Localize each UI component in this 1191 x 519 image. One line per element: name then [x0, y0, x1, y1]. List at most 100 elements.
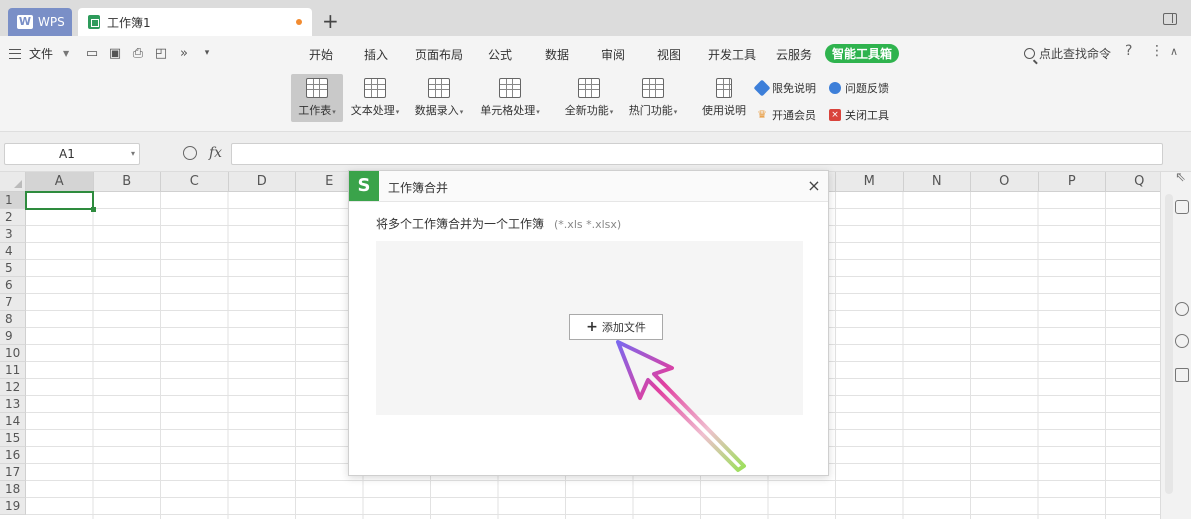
row-header[interactable]: 14 — [0, 413, 26, 430]
column-header[interactable]: C — [161, 172, 229, 192]
usage-guide-label: 使用说明 — [702, 104, 746, 117]
dialog-close-button[interactable]: × — [806, 176, 822, 195]
history-icon[interactable] — [1175, 302, 1189, 316]
tab-start[interactable]: 开始 — [309, 46, 333, 63]
right-sidebar: ⇖ — [1160, 170, 1191, 519]
window-layout-icon[interactable] — [1163, 13, 1177, 25]
row-header[interactable]: 13 — [0, 396, 26, 413]
save-icon[interactable]: ▣ — [107, 45, 123, 61]
row-header[interactable]: 2 — [0, 209, 26, 226]
crown-icon: ♛ — [757, 108, 767, 121]
zoom-icon[interactable] — [183, 146, 197, 160]
help-icon[interactable]: ? — [1125, 43, 1132, 59]
row-header[interactable]: 15 — [0, 430, 26, 447]
feedback-button[interactable]: 问题反馈 — [829, 80, 889, 96]
row-header[interactable]: 5 — [0, 260, 26, 277]
hamburger-icon — [9, 48, 21, 59]
wps-sheet-logo-icon: S — [349, 171, 379, 201]
row-header[interactable]: 3 — [0, 226, 26, 243]
tab-formulas[interactable]: 公式 — [488, 46, 512, 63]
more-options-icon[interactable]: ⋮ — [1150, 43, 1164, 59]
name-box[interactable]: A1 ▾ — [4, 143, 140, 165]
tab-wps[interactable]: W WPS — [8, 8, 72, 36]
apps-grid-icon[interactable] — [1175, 368, 1189, 382]
dialog-description-text: 将多个工作簿合并为一个工作簿 — [376, 217, 545, 231]
cell-processing-button[interactable]: 单元格处理▾ — [475, 74, 545, 122]
column-header[interactable]: Q — [1106, 172, 1160, 192]
tab-review[interactable]: 审阅 — [601, 46, 625, 63]
dialog-header: S 工作簿合并 × — [349, 171, 828, 202]
command-search[interactable]: 点此查找命令 — [1024, 45, 1111, 62]
row-header[interactable]: 10 — [0, 345, 26, 362]
toolbox-tools: 工作表▾ 文本处理▾ 数据录入▾ 单元格处理▾ 全新功能▾ 热门功能▾ 使用说明 — [0, 70, 1191, 130]
row-header[interactable]: 7 — [0, 294, 26, 311]
column-header[interactable]: A — [26, 172, 94, 192]
dialog-description: 将多个工作簿合并为一个工作簿 (*.xls *.xlsx) — [376, 215, 621, 232]
new-tab-button[interactable]: + — [322, 10, 339, 32]
tag-icon — [753, 79, 771, 97]
more-icon[interactable]: » — [176, 45, 192, 61]
active-cell[interactable] — [25, 191, 96, 212]
vertical-scrollbar[interactable] — [1165, 194, 1173, 494]
feedback-label: 问题反馈 — [845, 82, 889, 95]
close-tool-label: 关闭工具 — [845, 109, 889, 122]
data-entry-button[interactable]: 数据录入▾ — [410, 74, 468, 122]
worksheet-icon — [306, 78, 328, 98]
row-header[interactable]: 1 — [0, 192, 26, 209]
data-entry-label: 数据录入 — [414, 104, 459, 117]
file-menu-button[interactable]: 文件 ▼ — [9, 45, 69, 62]
column-header[interactable]: B — [93, 172, 161, 192]
tab-insert[interactable]: 插入 — [364, 46, 388, 63]
column-header[interactable]: N — [903, 172, 971, 192]
column-header[interactable]: M — [836, 172, 904, 192]
collapse-ribbon-icon[interactable]: ∧ — [1170, 45, 1178, 58]
function-icon[interactable]: fx — [209, 145, 222, 161]
row-header[interactable]: 19 — [0, 498, 26, 515]
tab-workbook[interactable]: 工作簿1 — [78, 8, 312, 36]
help-circle-icon[interactable] — [1175, 334, 1189, 348]
tab-developer[interactable]: 开发工具 — [708, 46, 756, 63]
file-extensions: (*.xls *.xlsx) — [554, 218, 622, 231]
customize-dropdown-icon[interactable]: ▾ — [199, 45, 215, 61]
row-header[interactable]: 17 — [0, 464, 26, 481]
open-folder-icon[interactable]: ▭ — [84, 45, 100, 61]
row-header[interactable]: 4 — [0, 243, 26, 260]
column-header[interactable]: D — [228, 172, 296, 192]
print-icon[interactable]: ⎙ — [130, 45, 146, 61]
worksheet-tool-button[interactable]: 工作表▾ — [291, 74, 343, 122]
text-processing-button[interactable]: 文本处理▾ — [346, 74, 404, 122]
usage-guide-button[interactable]: 使用说明 — [700, 74, 748, 122]
tab-view[interactable]: 视图 — [657, 46, 681, 63]
row-header[interactable]: 16 — [0, 447, 26, 464]
tab-smart-toolbox[interactable]: 智能工具箱 — [825, 44, 900, 63]
cell-processing-icon — [499, 78, 521, 98]
shapes-icon[interactable] — [1175, 200, 1189, 214]
row-header[interactable]: 9 — [0, 328, 26, 345]
text-processing-label: 文本处理 — [350, 104, 395, 117]
dialog-title: 工作簿合并 — [388, 181, 449, 195]
vip-button[interactable]: ♛ 开通会员 — [756, 107, 816, 123]
free-description-button[interactable]: 限免说明 — [753, 79, 816, 97]
hot-features-label: 热门功能 — [628, 104, 673, 117]
column-header[interactable]: P — [1038, 172, 1106, 192]
menu-row: 文件 ▼ ▭ ▣ ⎙ ◰ » ▾ 开始 插入 页面布局 公式 数据 审阅 视图 … — [0, 36, 1191, 70]
row-header[interactable]: 18 — [0, 481, 26, 498]
ribbon: 文件 ▼ ▭ ▣ ⎙ ◰ » ▾ 开始 插入 页面布局 公式 数据 审阅 视图 … — [0, 36, 1191, 132]
select-all-corner[interactable] — [0, 172, 26, 192]
select-cursor-icon[interactable]: ⇖ — [1175, 170, 1189, 185]
print-preview-icon[interactable]: ◰ — [153, 45, 169, 61]
new-features-button[interactable]: 全新功能▾ — [560, 74, 618, 122]
chevron-down-icon[interactable]: ▾ — [131, 144, 135, 164]
row-header[interactable]: 6 — [0, 277, 26, 294]
row-header[interactable]: 12 — [0, 379, 26, 396]
close-tool-button[interactable]: × 关闭工具 — [829, 107, 889, 123]
column-header[interactable]: O — [971, 172, 1039, 192]
tab-cloud[interactable]: 云服务 — [776, 46, 812, 63]
annotation-arrow-icon — [616, 340, 746, 472]
formula-input[interactable] — [231, 143, 1163, 165]
tab-data[interactable]: 数据 — [545, 46, 569, 63]
row-header[interactable]: 11 — [0, 362, 26, 379]
row-header[interactable]: 8 — [0, 311, 26, 328]
hot-features-button[interactable]: 热门功能▾ — [624, 74, 682, 122]
tab-page-layout[interactable]: 页面布局 — [415, 46, 463, 63]
